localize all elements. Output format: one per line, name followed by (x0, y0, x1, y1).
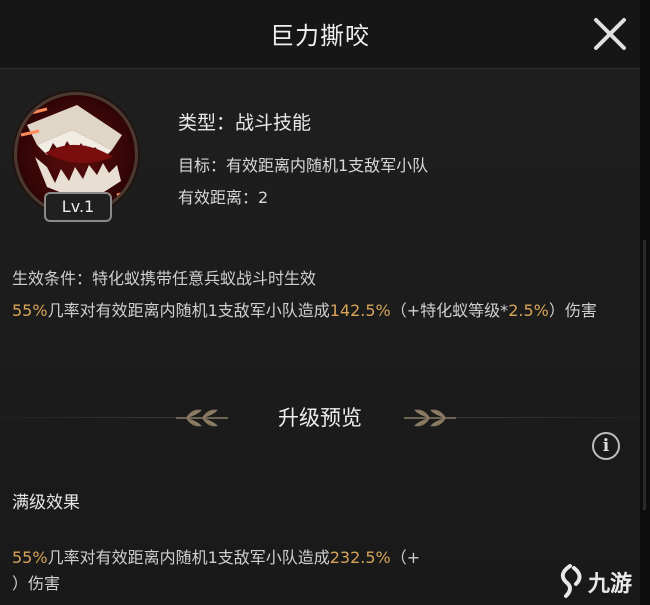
leaf-ornament-right-icon (404, 409, 456, 427)
skill-target: 目标：有效距离内随机1支敌军小队 (178, 156, 429, 175)
max-effect-chance: 55% (12, 548, 48, 567)
max-effect-tail: ）伤害 (12, 574, 61, 593)
skill-range: 有效距离：2 (178, 188, 269, 207)
scrollbar-thumb[interactable] (643, 240, 646, 510)
max-level-label: 满级效果 (12, 493, 80, 513)
page-title: 巨力撕咬 (270, 22, 370, 50)
skill-level-badge: Lv.1 (44, 192, 112, 222)
effect-scaling-value: 2.5% (508, 301, 549, 320)
watermark-text: 九游 (588, 572, 633, 597)
effect-text: 几率对有效距离内随机1支敌军小队造成 (47, 301, 330, 320)
info-icon[interactable]: i (592, 432, 620, 460)
close-icon (594, 18, 626, 50)
skill-condition: 生效条件：特化蚁携带任意兵蚁战斗时生效 (12, 269, 317, 288)
skill-effect-description: 55%几率对有效距离内随机1支敌军小队造成142.5%（+特化蚁等级*2.5%）… (12, 298, 624, 324)
max-effect-text: 几率对有效距离内随机1支敌军小队造成 (47, 548, 330, 567)
max-effect-scaling-text: （+ (390, 548, 421, 567)
effect-tail: ）伤害 (548, 301, 597, 320)
skill-icon-container: Lv.1 (14, 92, 138, 222)
effect-damage: 142.5% (329, 301, 391, 320)
effect-chance: 55% (12, 301, 48, 320)
skill-detail-panel: 巨力撕咬 Lv.1 类型：战斗技能 目标：有效距离内随机1支敌军小队 有效距离：… (0, 0, 640, 605)
max-level-effect-description: 55%几率对有效距离内随机1支敌军小队造成232.5%（+ ）伤害 (12, 545, 624, 597)
header-bar: 巨力撕咬 (0, 0, 640, 69)
close-button[interactable] (588, 12, 632, 56)
scrollbar[interactable] (640, 0, 650, 605)
divider-right (456, 417, 640, 418)
skill-type: 类型：战斗技能 (178, 112, 312, 134)
max-effect-damage: 232.5% (329, 548, 391, 567)
effect-scaling-text: （+特化蚁等级* (390, 301, 509, 320)
